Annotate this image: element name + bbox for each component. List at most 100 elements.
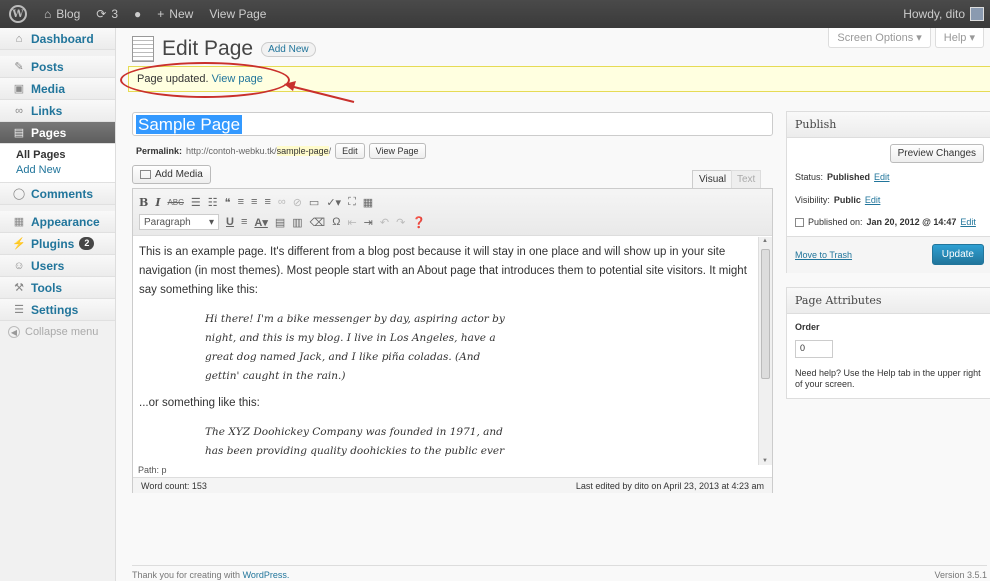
align-left-icon[interactable]: ≡ [238, 196, 244, 208]
outdent-icon[interactable]: ⇤ [347, 216, 356, 229]
scroll-thumb[interactable] [761, 249, 770, 379]
numbered-list-icon[interactable]: ☷ [208, 196, 218, 209]
wordpress-logo-icon[interactable]: W [0, 0, 36, 28]
page-icon [132, 36, 154, 62]
content-editor: B I ABC ☰ ☷ ❝ ≡ ≡ ≡ ∞ ⊘ ▭ ✓▾ ⛶ ▦ Paragra… [132, 188, 773, 493]
screen-options-button[interactable]: Screen Options ▾ [828, 28, 931, 48]
pin-icon: ✎ [14, 61, 24, 73]
visibility-line: Visibility: Public Edit [795, 195, 881, 205]
indent-icon[interactable]: ⇥ [364, 216, 373, 229]
kitchen-sink-icon[interactable]: ▦ [363, 196, 373, 209]
edit-date-link[interactable]: Edit [960, 217, 976, 227]
insert-link-icon[interactable]: ∞ [278, 196, 286, 208]
admin-bar-new[interactable]: + New [149, 0, 201, 28]
justify-icon[interactable]: ≡ [241, 216, 247, 228]
post-title-input[interactable]: Sample Page [132, 112, 773, 136]
plugins-update-badge: 2 [79, 237, 95, 250]
submenu-add-new[interactable]: Add New [16, 163, 115, 178]
redo-icon[interactable]: ↷ [396, 216, 405, 229]
preview-changes-button[interactable]: Preview Changes [889, 144, 984, 163]
editor-content[interactable]: This is an example page. It's different … [133, 237, 759, 465]
sidebar-item-dashboard[interactable]: ⌂ Dashboard [0, 28, 115, 50]
annotation-ellipse [120, 62, 290, 98]
pages-submenu: All Pages Add New [0, 144, 115, 183]
sidebar-item-links[interactable]: ∞ Links [0, 100, 115, 122]
status-line: Status: Published Edit [795, 172, 890, 182]
admin-sidebar: ⌂ Dashboard ✎ Posts ▣ Media ∞ Links ▤ Pages A… [0, 28, 116, 581]
insert-more-icon[interactable]: ▭ [309, 196, 319, 209]
view-page-button[interactable]: View Page [368, 143, 426, 159]
wordpress-link[interactable]: WordPress. [243, 570, 290, 580]
scroll-down-icon[interactable]: ▼ [762, 458, 768, 464]
add-media-button[interactable]: Add Media [132, 165, 211, 184]
sidebar-item-settings[interactable]: ☰ Settings [0, 299, 115, 321]
admin-bar-account[interactable]: Howdy, dito [895, 0, 990, 28]
admin-bar-blog-link[interactable]: ⌂ Blog [36, 0, 88, 28]
edit-permalink-button[interactable]: Edit [335, 143, 365, 159]
unlink-icon[interactable]: ⊘ [293, 196, 302, 209]
link-icon: ∞ [15, 104, 23, 117]
screen-meta-links: Screen Options ▾ Help ▾ [828, 28, 984, 48]
tab-visual[interactable]: Visual [692, 170, 734, 188]
edit-status-link[interactable]: Edit [874, 172, 890, 182]
avatar [970, 7, 984, 21]
format-select[interactable]: Paragraph ▾ [139, 214, 219, 230]
comment-bubble-icon: ● [134, 7, 142, 21]
media-icon [140, 170, 151, 179]
clear-formatting-icon[interactable]: ⌫ [310, 216, 326, 229]
collapse-arrow-icon: ◀ [8, 326, 20, 338]
align-center-icon[interactable]: ≡ [251, 196, 257, 208]
help-icon[interactable]: ❓ [412, 216, 426, 229]
sidebar-item-posts[interactable]: ✎ Posts [0, 56, 115, 78]
add-new-page-button[interactable]: Add New [261, 41, 316, 57]
collapse-menu-button[interactable]: ◀ Collapse menu [0, 321, 115, 343]
bold-icon[interactable]: B [139, 196, 148, 209]
admin-bar-comments[interactable]: ● [126, 0, 149, 28]
sidebar-item-tools[interactable]: ⚒ Tools [0, 277, 115, 299]
bullet-list-icon[interactable]: ☰ [191, 196, 201, 209]
editor-scrollbar[interactable]: ▲ ▼ [758, 237, 772, 465]
italic-icon[interactable]: I [155, 196, 160, 209]
sidebar-item-pages[interactable]: ▤ Pages [0, 122, 115, 144]
appearance-icon: ▦ [13, 216, 25, 228]
paste-word-icon[interactable]: ▥ [292, 216, 302, 229]
edit-visibility-link[interactable]: Edit [865, 195, 881, 205]
update-button[interactable]: Update [931, 244, 984, 265]
page-attributes-box: Page Attributes Order 0 Need help? Use t… [786, 287, 990, 399]
spellcheck-icon[interactable]: ✓▾ [326, 196, 341, 209]
align-right-icon[interactable]: ≡ [264, 196, 270, 208]
media-icon: ▣ [13, 83, 25, 95]
scroll-up-icon[interactable]: ▲ [762, 238, 768, 244]
chevron-down-icon: ▾ [208, 216, 214, 228]
move-to-trash-link[interactable]: Move to Trash [795, 250, 852, 260]
sidebar-item-appearance[interactable]: ▦ Appearance [0, 211, 115, 233]
blockquote-icon[interactable]: ❝ [225, 196, 231, 209]
content-paragraph: This is an example page. It's different … [139, 246, 747, 296]
submenu-all-pages[interactable]: All Pages [16, 148, 115, 163]
refresh-icon: ⟳ [96, 7, 107, 21]
undo-icon[interactable]: ↶ [380, 216, 389, 229]
text-color-icon[interactable]: A▾ [254, 216, 267, 229]
comment-icon: ◯ [12, 188, 26, 200]
strikethrough-icon[interactable]: ABC [167, 198, 183, 207]
order-input[interactable]: 0 [795, 340, 833, 358]
sidebar-item-plugins[interactable]: ⚡ Plugins 2 [0, 233, 115, 255]
admin-bar-view-page[interactable]: View Page [201, 0, 274, 28]
page-attributes-title[interactable]: Page Attributes [787, 288, 990, 314]
sidebar-item-media[interactable]: ▣ Media [0, 78, 115, 100]
fullscreen-icon[interactable]: ⛶ [348, 196, 356, 209]
sidebar-item-comments[interactable]: ◯ Comments [0, 183, 115, 205]
special-character-icon[interactable]: Ω [332, 216, 340, 228]
calendar-icon [795, 217, 804, 227]
order-label: Order [795, 322, 820, 332]
permalink-slug[interactable]: sample-page [276, 146, 329, 156]
tab-text[interactable]: Text [731, 170, 762, 188]
sidebar-item-users[interactable]: ☺ Users [0, 255, 115, 277]
word-count: Word count: 153 [141, 480, 207, 491]
admin-bar-updates[interactable]: ⟳ 3 [88, 0, 126, 28]
underline-icon[interactable]: U [226, 216, 234, 228]
paste-text-icon[interactable]: ▤ [275, 216, 285, 229]
editor-status-bar: Word count: 153 Last edited by dito on A… [133, 477, 772, 493]
help-button[interactable]: Help ▾ [934, 28, 984, 48]
publish-box-title[interactable]: Publish [787, 112, 990, 138]
